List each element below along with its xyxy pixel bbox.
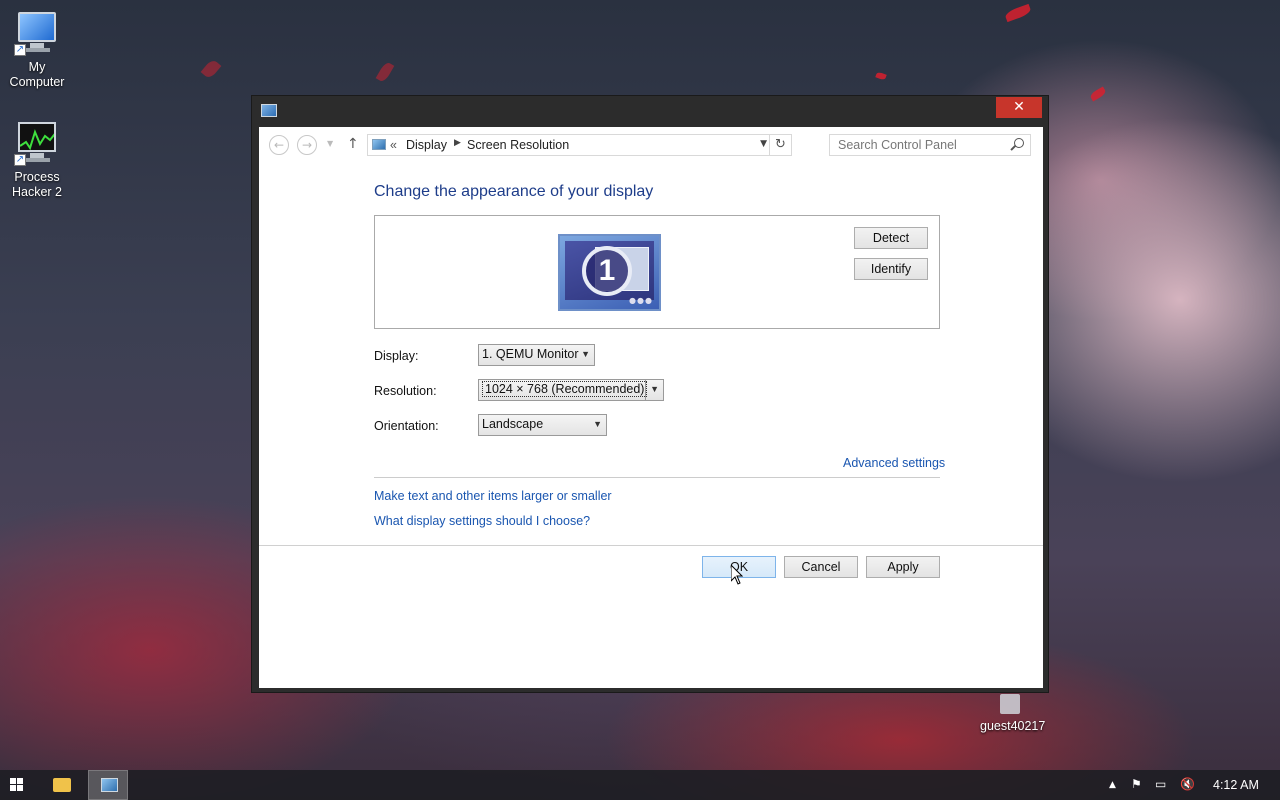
petal-decoration [1089,86,1107,102]
desktop-icon-label: Process [14,170,60,184]
clock[interactable]: 4:12 AM [1213,778,1259,792]
taskbar: ▲ ⚑ ▭ 🔇 4:12 AM [0,770,1280,800]
address-bar[interactable]: « Display ▶ Screen Resolution ▼ ↻ [367,134,792,156]
forward-button[interactable]: → [297,135,317,155]
divider [259,545,1043,546]
petal-decoration [1004,3,1032,23]
orientation-select-value: Landscape [482,417,544,431]
divider [374,477,940,478]
display-icon [372,139,386,150]
desktop-icon-label: My [28,60,46,74]
address-dropdown-icon[interactable]: ▼ [760,139,767,149]
detect-button[interactable]: Detect [854,227,928,249]
network-icon[interactable]: ▭ [1155,777,1166,791]
petal-decoration [200,58,222,80]
process-hacker-icon: ↗ [14,120,60,166]
breadcrumb-overflow[interactable]: « [390,138,397,152]
advanced-settings-link[interactable]: Advanced settings [843,456,945,470]
refresh-button[interactable]: ↻ [769,135,791,155]
window-client: ← → ▼ ↑ « Display ▶ Screen Resolution ▼ … [259,127,1043,688]
mouse-cursor-icon [731,565,743,585]
breadcrumb-separator-icon[interactable]: ▶ [454,138,461,148]
recent-pages-chevron-icon[interactable]: ▼ [327,139,333,148]
computer-icon: ↗ [14,10,60,56]
chevron-up-icon[interactable]: ▲ [1109,780,1116,790]
cancel-button[interactable]: Cancel [784,556,858,578]
recycle-bin-icon[interactable] [1000,694,1020,714]
search-box[interactable]: Search Control Panel [829,134,1031,156]
orientation-label: Orientation: [374,419,439,433]
navigation-bar: ← → ▼ ↑ « Display ▶ Screen Resolution ▼ … [259,127,1043,163]
display-select-value: 1. QEMU Monitor [482,347,579,361]
titlebar[interactable]: ✕ [252,96,1048,126]
monitor-number: 1 [582,246,632,296]
control-panel-taskbar-button[interactable] [88,770,128,800]
chevron-down-icon: ▼ [581,349,590,359]
folder-icon [53,778,71,792]
apply-button[interactable]: Apply [866,556,940,578]
search-input[interactable]: Search Control Panel [838,138,957,152]
monitor-1-icon[interactable]: 1 ●●● [558,234,661,311]
orientation-select[interactable]: Landscape ▼ [478,414,607,436]
desktop-icon-process-hacker[interactable]: ↗ Process Hacker 2 [2,120,72,200]
petal-decoration [875,71,887,81]
petal-decoration [375,60,395,84]
user-label[interactable]: guest40217 [980,719,1045,733]
chevron-down-icon: ▼ [650,384,659,394]
resolution-select-value: 1024 × 768 (Recommended) [482,381,648,397]
page-title: Change the appearance of your display [374,183,654,200]
chevron-down-icon: ▼ [593,419,602,429]
file-explorer-taskbar-button[interactable] [42,770,82,800]
desktop-icon-my-computer[interactable]: ↗ My Computer [2,10,72,90]
desktop-icon-label: Computer [9,75,65,89]
control-panel-icon [101,778,118,792]
identify-button[interactable]: Identify [854,258,928,280]
desktop-icon-label: Hacker 2 [11,185,63,199]
breadcrumb-display[interactable]: Display [406,138,447,152]
close-button[interactable]: ✕ [996,97,1042,118]
volume-muted-icon[interactable]: 🔇 [1180,777,1195,791]
breadcrumb-screen-resolution[interactable]: Screen Resolution [467,138,569,152]
control-panel-icon [261,104,277,117]
up-button[interactable]: ↑ [347,136,359,152]
back-button[interactable]: ← [269,135,289,155]
flag-icon[interactable]: ⚑ [1131,777,1142,791]
search-icon[interactable] [1014,138,1024,148]
text-size-link[interactable]: Make text and other items larger or smal… [374,489,612,503]
display-preview: 1 ●●● Detect Identify [374,215,940,329]
display-select[interactable]: 1. QEMU Monitor ▼ [478,344,595,366]
resolution-label: Resolution: [374,384,437,398]
display-settings-help-link[interactable]: What display settings should I choose? [374,514,590,528]
start-button[interactable] [10,778,24,792]
display-label: Display: [374,349,419,363]
resolution-select[interactable]: 1024 × 768 (Recommended) ▼ [478,379,664,401]
screen-resolution-window: ✕ ← → ▼ ↑ « Display ▶ Screen Resolution … [251,95,1049,693]
